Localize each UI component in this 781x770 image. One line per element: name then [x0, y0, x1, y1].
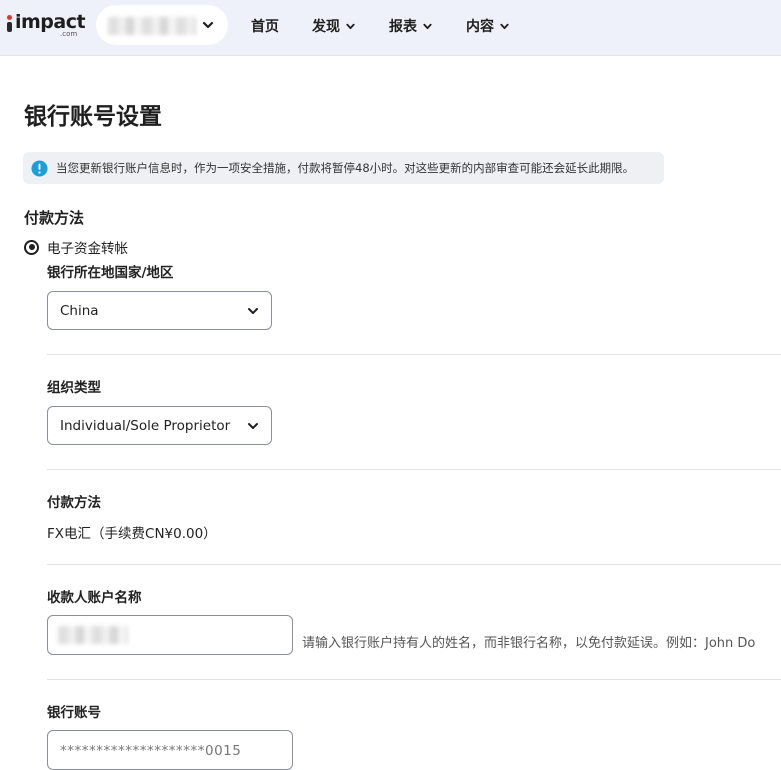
radio-eft-label: 电子资金转帐: [47, 241, 128, 257]
radio-selected-icon[interactable]: [24, 239, 39, 255]
bank-country-select[interactable]: China: [47, 291, 272, 330]
radio-eft[interactable]: 电子资金转帐: [24, 237, 128, 257]
nav-content-label: 内容: [466, 19, 494, 35]
impact-logo[interactable]: impact .com: [6, 10, 86, 40]
nav-discover[interactable]: 发现: [312, 14, 356, 38]
nav-reports[interactable]: 报表: [389, 14, 433, 38]
org-type-label: 组织类型: [47, 380, 101, 396]
chevron-down-icon: [202, 21, 214, 29]
account-number-input[interactable]: ********************0015: [47, 730, 293, 770]
info-icon: [31, 159, 48, 177]
top-navigation-bar: impact .com 首页 发现 报表 内容: [0, 0, 781, 56]
nav-reports-label: 报表: [389, 19, 417, 35]
logo-domain: .com: [60, 30, 78, 38]
redacted-payee-name: [58, 626, 128, 644]
divider: [47, 679, 781, 680]
divider: [47, 469, 781, 470]
bank-country-label: 银行所在地国家/地区: [47, 265, 174, 281]
payment-method-label: 付款方法: [47, 495, 101, 511]
chevron-down-icon: [423, 23, 432, 29]
nav-content[interactable]: 内容: [466, 14, 510, 38]
org-type-value: Individual/Sole Proprietor: [60, 417, 231, 434]
chevron-down-icon: [248, 308, 258, 314]
payment-method-value: FX电汇（手续费CN¥0.00）: [47, 526, 217, 542]
logo-mark-icon: [6, 14, 14, 32]
page-title: 银行账号设置: [24, 104, 162, 130]
notice-text: 当您更新银行账户信息时，作为一项安全措施，付款将暂停48小时。对这些更新的内部审…: [56, 161, 635, 175]
payment-method-heading: 付款方法: [24, 209, 85, 227]
nav-home[interactable]: 首页: [251, 14, 279, 38]
account-number-label: 银行账号: [47, 705, 101, 721]
account-number-value: ********************0015: [60, 743, 242, 759]
bank-country-value: China: [60, 302, 99, 319]
payee-name-hint: 请输入银行账户持有人的姓名，而非银行名称，以免付款延误。例如：John Do: [302, 636, 756, 651]
nav-discover-label: 发现: [312, 19, 340, 35]
payee-name-label: 收款人账户名称: [47, 590, 142, 606]
divider: [47, 564, 781, 565]
divider: [47, 354, 781, 355]
chevron-down-icon: [500, 23, 509, 29]
chevron-down-icon: [346, 23, 355, 29]
payee-name-input[interactable]: [47, 615, 293, 655]
security-notice-banner: 当您更新银行账户信息时，作为一项安全措施，付款将暂停48小时。对这些更新的内部审…: [23, 152, 664, 184]
org-type-select[interactable]: Individual/Sole Proprietor: [47, 406, 272, 445]
nav-home-label: 首页: [251, 19, 279, 35]
chevron-down-icon: [248, 423, 258, 429]
account-switcher[interactable]: [96, 5, 228, 45]
redacted-account-name: [108, 17, 196, 35]
